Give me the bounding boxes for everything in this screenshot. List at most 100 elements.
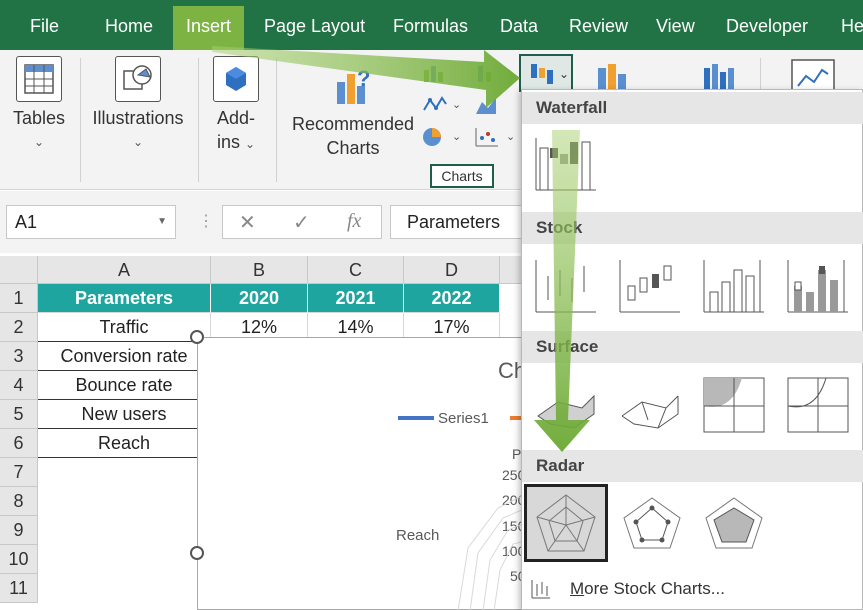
row-header-7[interactable]: 7 bbox=[0, 458, 38, 487]
radar-option-selected[interactable] bbox=[524, 484, 608, 562]
column-header-b[interactable]: B bbox=[211, 256, 308, 284]
ribbon-tab-bar: File Home Insert Page Layout Formulas Da… bbox=[0, 0, 863, 50]
table-icon bbox=[16, 56, 62, 102]
surface-wireframe-contour-option[interactable] bbox=[786, 376, 850, 434]
charts-group-label: Charts bbox=[430, 164, 494, 188]
row-header-6[interactable]: 6 bbox=[0, 429, 38, 458]
stock-vohlc-option[interactable] bbox=[786, 256, 850, 314]
cancel-icon[interactable]: ✕ bbox=[239, 210, 256, 235]
chevron-down-icon: ⌄ bbox=[132, 135, 144, 149]
tables-label: Tables bbox=[12, 108, 66, 128]
column-header-c[interactable]: C bbox=[308, 256, 404, 284]
group-separator bbox=[198, 58, 199, 182]
tab-review[interactable]: Review bbox=[556, 6, 641, 46]
radar-markers-option[interactable] bbox=[620, 494, 684, 552]
tab-view[interactable]: View bbox=[643, 6, 708, 46]
map-chart-icon[interactable] bbox=[698, 62, 738, 92]
tab-insert[interactable]: Insert bbox=[173, 6, 245, 50]
legend-label: Series1 bbox=[438, 410, 489, 427]
row-header-5[interactable]: 5 bbox=[0, 400, 38, 429]
name-box-value: A1 bbox=[15, 212, 38, 232]
waterfall-chart-icon: ⌄ bbox=[531, 64, 569, 84]
row-header-9[interactable]: 9 bbox=[0, 516, 38, 545]
section-stock: Stock bbox=[522, 212, 863, 244]
surface-contour-option[interactable] bbox=[702, 376, 766, 434]
insert-function-icon[interactable]: fx bbox=[347, 210, 361, 233]
more-link-accesskey: M bbox=[570, 579, 585, 598]
radar-filled-option[interactable] bbox=[702, 494, 766, 552]
table-cell[interactable]: Traffic bbox=[38, 313, 211, 342]
waterfall-stock-chart-button[interactable]: ⌄ bbox=[519, 54, 573, 92]
category-label: Reach bbox=[396, 527, 439, 544]
enter-icon[interactable]: ✓ bbox=[293, 210, 310, 235]
chevron-down-icon[interactable]: ⌄ bbox=[452, 98, 461, 111]
name-box[interactable]: A1 ▼ bbox=[6, 205, 176, 239]
addins-label-1: Add- bbox=[216, 108, 256, 128]
area-chart-icon[interactable] bbox=[474, 94, 500, 116]
radar-chart-icon bbox=[536, 494, 596, 552]
section-waterfall: Waterfall bbox=[522, 92, 863, 124]
addins-button[interactable]: Add- ins ⌄ bbox=[206, 56, 266, 156]
column-chart-icon[interactable] bbox=[422, 62, 448, 84]
tab-home[interactable]: Home bbox=[92, 6, 166, 46]
chevron-down-icon: ⌄ bbox=[33, 135, 45, 149]
drag-handle-icon[interactable]: ⋮ bbox=[198, 211, 214, 231]
section-radar: Radar bbox=[522, 450, 863, 482]
illustrations-button[interactable]: Illustrations ⌄ bbox=[88, 56, 188, 154]
illustrations-label: Illustrations bbox=[92, 108, 184, 128]
row-header-1[interactable]: 1 bbox=[0, 284, 38, 313]
row-header-10[interactable]: 10 bbox=[0, 545, 38, 574]
row-header-2[interactable]: 2 bbox=[0, 313, 38, 342]
surface-3d-option[interactable] bbox=[534, 376, 598, 434]
chevron-down-icon[interactable]: ⌄ bbox=[506, 130, 515, 143]
stock-vhlc-option[interactable] bbox=[702, 256, 766, 314]
more-link-label: ore Stock Charts... bbox=[584, 579, 725, 598]
tab-data[interactable]: Data bbox=[487, 6, 551, 46]
group-separator bbox=[80, 58, 81, 182]
row-header-8[interactable]: 8 bbox=[0, 487, 38, 516]
column-header-a[interactable]: A bbox=[38, 256, 211, 284]
table-cell[interactable]: Bounce rate bbox=[38, 371, 211, 400]
tab-formulas[interactable]: Formulas bbox=[380, 6, 481, 46]
table-header-cell[interactable]: Parameters bbox=[38, 284, 211, 313]
row-header-4[interactable]: 4 bbox=[0, 371, 38, 400]
formula-buttons: ✕ ✓ fx bbox=[222, 205, 382, 239]
waterfall-chart-option[interactable] bbox=[534, 134, 598, 192]
table-cell[interactable]: Conversion rate bbox=[38, 342, 211, 371]
addins-label-2: ins ⌄ bbox=[216, 132, 256, 152]
table-header-cell[interactable]: 2021 bbox=[308, 284, 404, 313]
svg-text:?: ? bbox=[357, 66, 370, 91]
row-header-3[interactable]: 3 bbox=[0, 342, 38, 371]
table-cell[interactable]: Reach bbox=[38, 429, 211, 458]
resize-handle[interactable] bbox=[190, 546, 204, 560]
more-stock-charts-link[interactable]: More Stock Charts... bbox=[522, 568, 862, 610]
svg-text:⌄: ⌄ bbox=[559, 67, 569, 81]
pivot-chart-icon[interactable] bbox=[594, 62, 630, 92]
table-cell[interactable]: New users bbox=[38, 400, 211, 429]
axis-label: P bbox=[512, 446, 521, 462]
line-chart-icon[interactable] bbox=[422, 94, 448, 116]
tab-help[interactable]: Hel bbox=[828, 6, 863, 46]
surface-wireframe-option[interactable] bbox=[618, 376, 682, 434]
column-header-d[interactable]: D bbox=[404, 256, 500, 284]
addins-icon bbox=[213, 56, 259, 102]
row-header-11[interactable]: 11 bbox=[0, 574, 38, 603]
chevron-down-icon[interactable]: ▼ bbox=[157, 206, 167, 238]
table-header-cell[interactable]: 2020 bbox=[211, 284, 308, 313]
waterfall-stock-dropdown: Waterfall Stock Surface Radar More Stock… bbox=[521, 89, 863, 610]
recommended-charts-button[interactable]: ? Recommended Charts bbox=[286, 64, 420, 160]
table-header-cell[interactable]: 2022 bbox=[404, 284, 500, 313]
tab-developer[interactable]: Developer bbox=[713, 6, 821, 46]
scatter-chart-icon[interactable] bbox=[474, 126, 500, 148]
tables-button[interactable]: Tables ⌄ bbox=[8, 56, 70, 154]
tab-file[interactable]: File bbox=[17, 6, 72, 46]
chevron-down-icon[interactable]: ⌄ bbox=[452, 130, 461, 143]
embedded-radar-chart[interactable]: Ch Series1 P 250 200 150 100 50 Reach bbox=[190, 330, 538, 610]
bar-chart-icon[interactable] bbox=[474, 62, 500, 84]
stock-ohlc-option[interactable] bbox=[618, 256, 682, 314]
stock-hlc-option[interactable] bbox=[534, 256, 598, 314]
pie-chart-icon[interactable] bbox=[420, 126, 446, 148]
resize-handle[interactable] bbox=[190, 330, 204, 344]
tab-page-layout[interactable]: Page Layout bbox=[251, 6, 378, 46]
select-all-corner[interactable] bbox=[0, 256, 38, 284]
